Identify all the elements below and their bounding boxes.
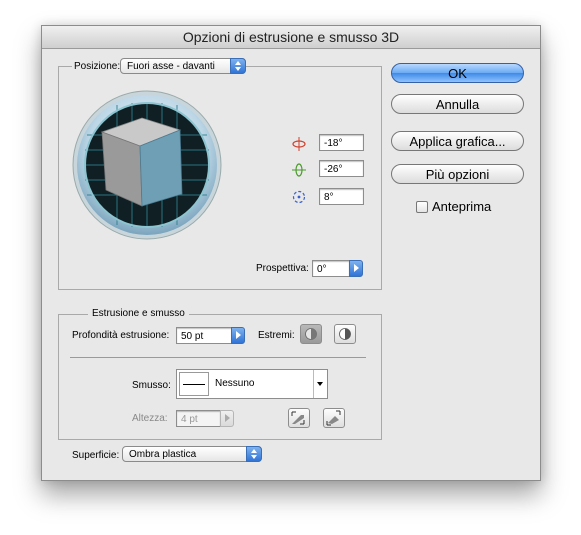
perspective-slider-button[interactable] (349, 260, 363, 277)
height-field: 4 pt (176, 410, 221, 427)
bevel-out-icon (291, 411, 305, 425)
extrude-bevel-dialog: Opzioni di estrusione e smusso 3D Posizi… (41, 25, 541, 481)
surface-popup-value: Ombra plastica (129, 449, 197, 460)
perspective-label: Prospettiva: (256, 263, 309, 274)
bevel-out-button[interactable] (288, 408, 310, 428)
surface-popup[interactable]: Ombra plastica (122, 446, 262, 462)
map-art-button[interactable]: Applica grafica... (391, 131, 524, 151)
preview-checkbox[interactable] (416, 201, 428, 213)
depth-label: Profondità estrusione: (72, 330, 170, 341)
x-rotation-field[interactable]: -18° (319, 134, 364, 151)
chevron-down-icon (317, 382, 323, 386)
y-rotation-field[interactable]: -26° (319, 160, 364, 177)
extrusion-group-title: Estrusione e smusso (88, 308, 189, 319)
bevel-divider (313, 370, 314, 398)
track-cube[interactable] (72, 90, 222, 240)
bevel-in-button[interactable] (323, 408, 345, 428)
more-options-button[interactable]: Più opzioni (391, 164, 524, 184)
height-label: Altezza: (132, 413, 168, 424)
popup-arrows-icon (246, 446, 262, 462)
extrusion-divider (70, 357, 366, 358)
cap-off-button[interactable] (334, 324, 356, 344)
perspective-field[interactable]: 0° (312, 260, 350, 277)
position-popup[interactable]: Fuori asse - davanti (120, 58, 246, 74)
z-rotation-field[interactable]: 8° (319, 188, 364, 205)
position-label: Posizione: (72, 61, 123, 72)
height-slider-button (220, 410, 234, 427)
bevel-popup[interactable]: Nessuno (176, 369, 328, 399)
cap-off-icon (339, 328, 351, 340)
position-popup-value: Fuori asse - davanti (127, 61, 215, 72)
preview-label: Anteprima (432, 199, 492, 214)
bevel-popup-value: Nessuno (215, 378, 255, 389)
x-axis-rotate-icon (292, 137, 306, 151)
ok-button[interactable]: OK (391, 63, 524, 83)
depth-field[interactable]: 50 pt (176, 327, 233, 344)
surface-label: Superficie: (72, 450, 120, 461)
caps-label: Estremi: (258, 330, 295, 341)
bevel-in-icon (326, 410, 341, 426)
cap-on-icon (305, 328, 317, 340)
cancel-button[interactable]: Annulla (391, 94, 524, 114)
dialog-title: Opzioni di estrusione e smusso 3D (42, 26, 540, 49)
bevel-preview-swatch (179, 372, 209, 396)
cap-on-button[interactable] (300, 324, 322, 344)
depth-slider-button[interactable] (231, 327, 245, 344)
z-axis-rotate-icon (292, 190, 306, 204)
y-axis-rotate-icon (292, 163, 306, 177)
popup-arrows-icon (230, 58, 246, 74)
bevel-label: Smusso: (132, 380, 171, 391)
